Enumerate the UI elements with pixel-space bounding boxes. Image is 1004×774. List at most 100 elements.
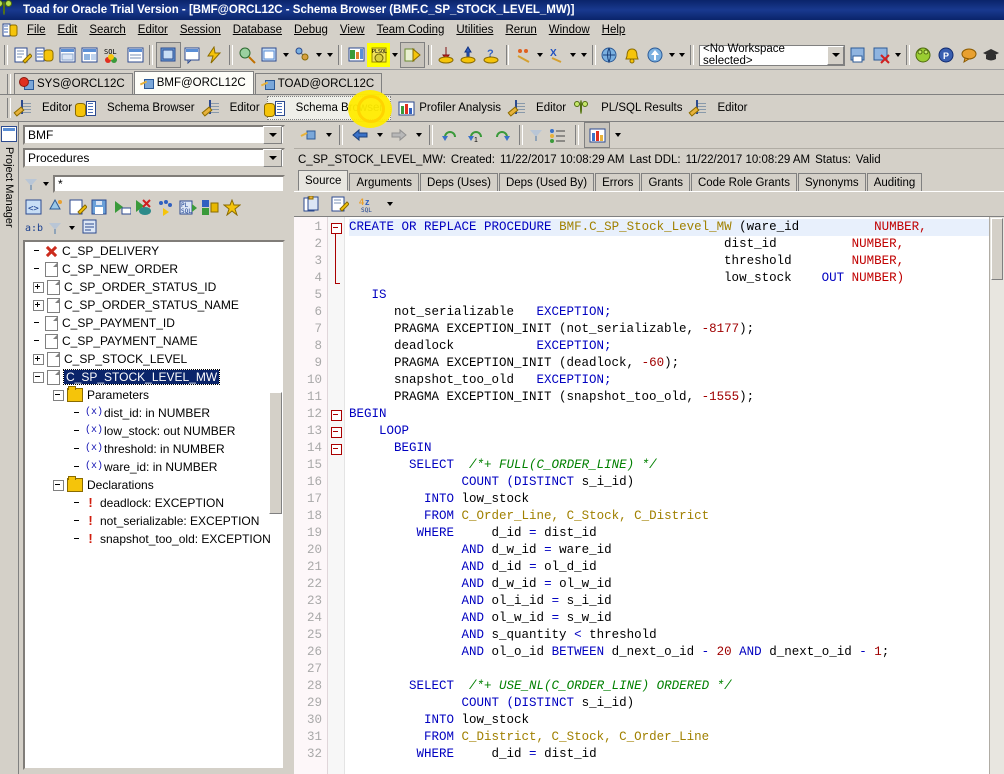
edit-object-icon[interactable] bbox=[69, 199, 87, 216]
menu-item-utilities[interactable]: Utilities bbox=[450, 22, 499, 38]
forward-icon[interactable] bbox=[387, 123, 411, 147]
code-line[interactable]: LOOP bbox=[349, 423, 1004, 440]
collapse-icon[interactable] bbox=[53, 480, 64, 491]
help-icon[interactable]: ? bbox=[480, 43, 503, 67]
fold-box-icon[interactable] bbox=[331, 444, 342, 455]
tree-item[interactable]: ! not_serializable: EXCEPTION bbox=[25, 512, 283, 530]
workspace-overflow-icon[interactable] bbox=[892, 44, 902, 66]
tree-item[interactable]: ! snapshot_too_old: EXCEPTION bbox=[25, 530, 283, 548]
menu-item-debug[interactable]: Debug bbox=[288, 22, 334, 38]
code-folding-column[interactable] bbox=[328, 217, 345, 774]
query-builder-icon[interactable] bbox=[236, 43, 259, 67]
tree-item-selected[interactable]: C_SP_STOCK_LEVEL_MW bbox=[25, 368, 283, 386]
tree-item[interactable]: Parameters bbox=[25, 386, 283, 404]
code-line[interactable] bbox=[349, 661, 1004, 678]
tree-item[interactable]: C_SP_PAYMENT_NAME bbox=[25, 332, 283, 350]
code-line[interactable]: AND ol_i_id = s_i_id bbox=[349, 593, 1004, 610]
code-line[interactable]: deadlock EXCEPTION; bbox=[349, 338, 1004, 355]
execute-script-icon[interactable] bbox=[113, 199, 131, 216]
plsql-icon[interactable]: PL SQL bbox=[179, 199, 197, 216]
step-debug-icon[interactable] bbox=[157, 199, 175, 216]
tab-synonyms[interactable]: Synonyms bbox=[798, 173, 866, 191]
tab-code-role-grants[interactable]: Code Role Grants bbox=[691, 173, 797, 191]
filter-icon[interactable] bbox=[528, 127, 544, 143]
filter-dropdown-icon[interactable] bbox=[67, 220, 77, 236]
refresh-icon[interactable] bbox=[438, 123, 462, 147]
run-icon[interactable] bbox=[400, 42, 425, 68]
collapse-icon[interactable] bbox=[33, 372, 44, 383]
code-line[interactable]: AND d_w_id = ol_w_id bbox=[349, 576, 1004, 593]
source-code-viewer[interactable]: 1234567891011121314151617181920212223242… bbox=[294, 216, 1004, 774]
sort-ab-icon[interactable]: a:b bbox=[25, 219, 43, 236]
menu-item-help[interactable]: Help bbox=[596, 22, 632, 38]
object-tree[interactable]: C_SP_DELIVERY C_SP_NEW_ORDER C_SP_ORDER_… bbox=[23, 240, 285, 770]
code-line[interactable]: BEGIN bbox=[349, 440, 1004, 457]
favorites-star-icon[interactable] bbox=[223, 199, 241, 216]
describe-object-icon[interactable] bbox=[81, 219, 99, 236]
code-line[interactable]: INTO low_stock bbox=[349, 491, 1004, 508]
funnel-dropdown-icon[interactable] bbox=[41, 176, 51, 192]
save-icon[interactable] bbox=[91, 199, 109, 216]
code-line[interactable]: CREATE OR REPLACE PROCEDURE BMF.C_SP_Sto… bbox=[349, 219, 1004, 236]
execute-icon[interactable] bbox=[204, 43, 227, 67]
refactor-icon[interactable]: X bbox=[545, 43, 568, 67]
menu-item-window[interactable]: Window bbox=[543, 22, 596, 38]
code-line[interactable]: not_serializable EXCEPTION; bbox=[349, 304, 1004, 321]
import-icon[interactable] bbox=[435, 43, 458, 67]
code-line[interactable]: snapshot_too_old EXCEPTION; bbox=[349, 372, 1004, 389]
support-icon[interactable]: P bbox=[935, 43, 958, 67]
plsql-debugger-icon[interactable]: PLSQL bbox=[367, 43, 390, 67]
sessions-icon[interactable] bbox=[599, 43, 622, 67]
menu-item-search[interactable]: Search bbox=[83, 22, 131, 38]
refresh-one-icon[interactable]: 1 bbox=[464, 123, 488, 147]
tree-item[interactable]: C_SP_ORDER_STATUS_NAME bbox=[25, 296, 283, 314]
code-line[interactable]: dist_id NUMBER, bbox=[349, 236, 1004, 253]
code-scrollbar-thumb[interactable] bbox=[991, 218, 1003, 280]
format-sql-icon[interactable]: 4 z SQL bbox=[356, 192, 380, 216]
drop-object-icon[interactable] bbox=[47, 199, 65, 216]
schema-dropdown-icon[interactable] bbox=[263, 126, 282, 144]
tab-deps-uses[interactable]: Deps (Uses) bbox=[420, 173, 498, 191]
menu-item-editor[interactable]: Editor bbox=[132, 22, 174, 38]
code-line[interactable]: threshold NUMBER, bbox=[349, 253, 1004, 270]
report-icon[interactable] bbox=[584, 122, 610, 148]
export-icon[interactable] bbox=[457, 43, 480, 67]
formatter-icon[interactable] bbox=[512, 43, 535, 67]
workspace-dropdown-icon[interactable] bbox=[827, 46, 844, 65]
tree-item[interactable]: C_SP_PAYMENT_ID bbox=[25, 314, 283, 332]
fold-box-icon[interactable] bbox=[331, 223, 342, 234]
code-line[interactable]: SELECT /*+ USE_NL(C_ORDER_LINE) ORDERED … bbox=[349, 678, 1004, 695]
delete-workspace-icon[interactable] bbox=[870, 43, 893, 67]
expand-icon[interactable] bbox=[33, 300, 44, 311]
code-line[interactable]: FROM C_District, C_Stock, C_Order_Line bbox=[349, 729, 1004, 746]
code-line[interactable]: INTO low_stock bbox=[349, 712, 1004, 729]
auto-trace-icon[interactable] bbox=[292, 43, 315, 67]
toolbar-overflow3-icon[interactable] bbox=[677, 44, 687, 66]
filter-input[interactable]: * bbox=[53, 175, 285, 193]
tree-item[interactable]: C_SP_DELIVERY bbox=[25, 242, 283, 260]
code-line[interactable]: PRAGMA EXCEPTION_INIT (deadlock, -60); bbox=[349, 355, 1004, 372]
session-dropdown-icon[interactable] bbox=[666, 44, 676, 66]
save-workspace-icon[interactable] bbox=[847, 43, 870, 67]
explain-plan-dropdown-icon[interactable] bbox=[281, 44, 291, 66]
menu-item-session[interactable]: Session bbox=[174, 22, 227, 38]
tab-arguments[interactable]: Arguments bbox=[349, 173, 419, 191]
auto-trace-dropdown-icon[interactable] bbox=[314, 44, 324, 66]
project-manager-strip[interactable]: Project Manager bbox=[0, 122, 19, 774]
connection-tab-sys[interactable]: SYS@ORCL12C bbox=[14, 73, 133, 94]
tree-item[interactable]: (x) low_stock: out NUMBER bbox=[25, 422, 283, 440]
menu-item-edit[interactable]: Edit bbox=[52, 22, 84, 38]
document-tab-editor-4[interactable]: Editor bbox=[689, 97, 754, 119]
code-line[interactable]: COUNT (DISTINCT s_i_id) bbox=[349, 474, 1004, 491]
code-scrollbar[interactable] bbox=[989, 217, 1004, 774]
tree-item[interactable]: Declarations bbox=[25, 476, 283, 494]
menu-item-rerun[interactable]: Rerun bbox=[499, 22, 542, 38]
compare-icon[interactable] bbox=[345, 43, 368, 67]
forward-dropdown-icon[interactable] bbox=[413, 124, 424, 146]
object-type-select[interactable]: Procedures bbox=[23, 148, 285, 168]
tree-item[interactable]: C_SP_NEW_ORDER bbox=[25, 260, 283, 278]
tab-auditing[interactable]: Auditing bbox=[867, 173, 923, 191]
tab-grants[interactable]: Grants bbox=[641, 173, 690, 191]
tree-item[interactable]: ! deadlock: EXCEPTION bbox=[25, 494, 283, 512]
menu-item-database[interactable]: Database bbox=[227, 22, 288, 38]
